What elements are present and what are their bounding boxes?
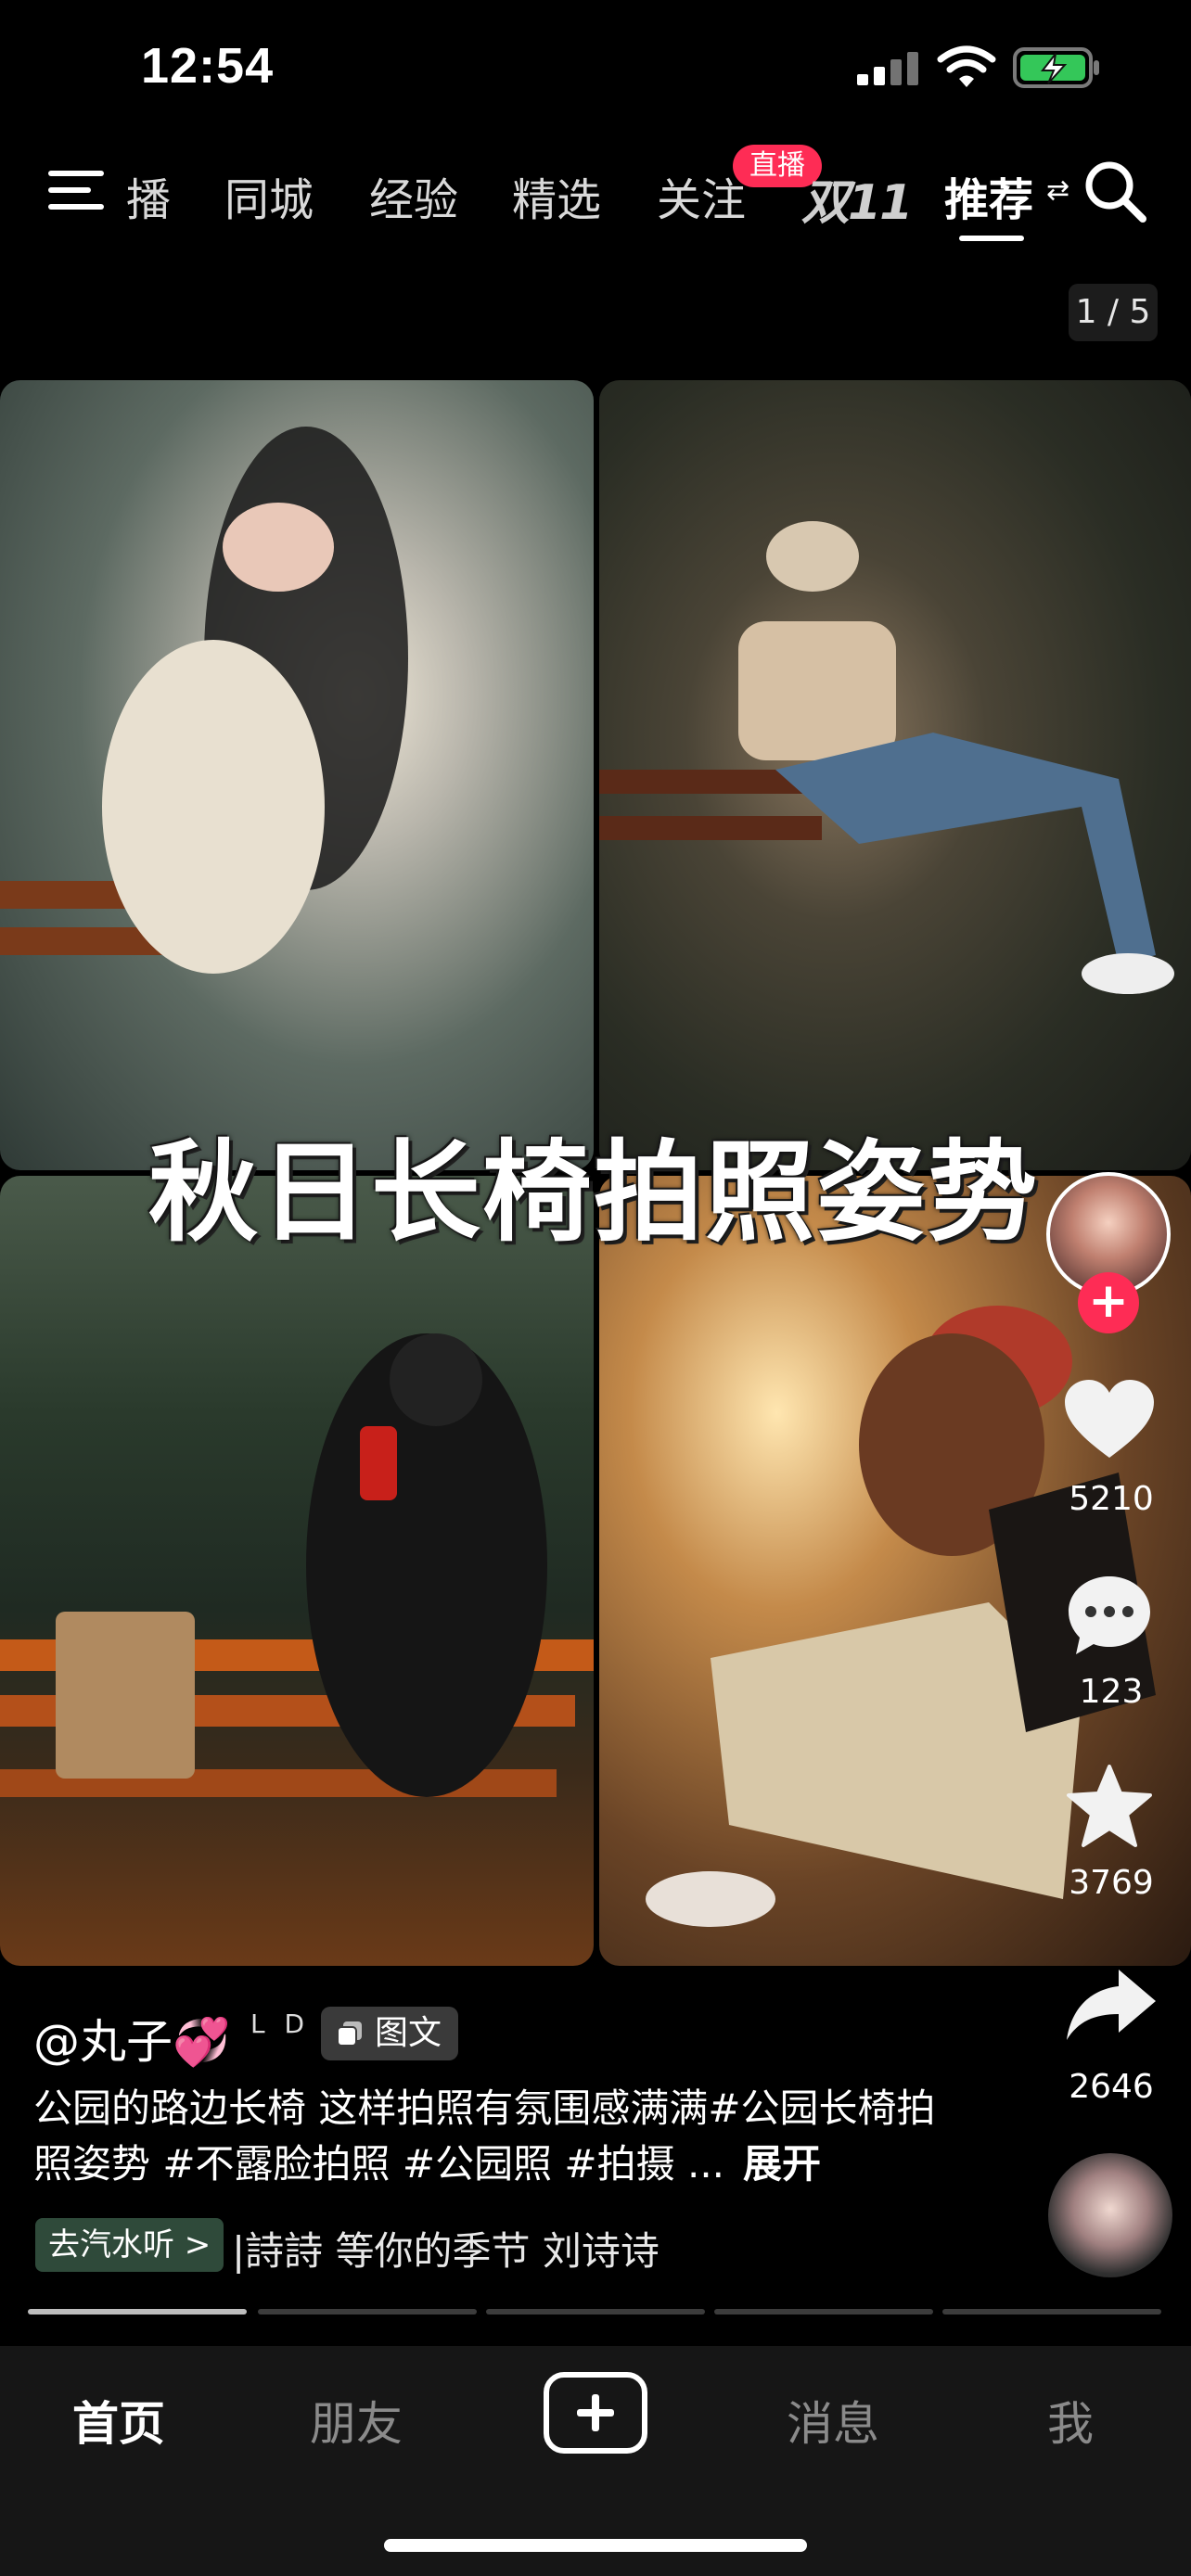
nav-me[interactable]: 我 — [978, 2387, 1163, 2454]
image-page-counter: 1 / 5 — [1069, 284, 1158, 341]
create-post-button[interactable] — [544, 2372, 647, 2454]
post-caption[interactable]: 公园的路边长椅 这样拍照有氛围感满满#公园长椅拍照姿势 #不露脸拍照 #公园照 … — [33, 2081, 942, 2192]
follow-button[interactable]: + — [1078, 1272, 1139, 1333]
image-progress-segment — [258, 2309, 477, 2315]
post-photo-2[interactable] — [599, 380, 1191, 1170]
author-name[interactable]: @丸子💞 — [33, 2005, 230, 2072]
tab-following[interactable]: 关注 — [657, 163, 746, 228]
favorite-star-icon[interactable] — [1065, 1764, 1154, 1849]
double11-promo-tab[interactable]: 双11 — [801, 163, 913, 233]
menu-icon[interactable] — [46, 167, 108, 215]
nav-friends[interactable]: 朋友 — [263, 2387, 449, 2454]
tab-nearby[interactable]: 同城 — [224, 163, 314, 228]
post-photo-1[interactable] — [0, 380, 594, 1170]
nav-messages[interactable]: 消息 — [740, 2387, 926, 2454]
home-indicator — [384, 2539, 807, 2552]
battery-charging-icon — [1013, 47, 1099, 88]
open-in-music-app-button[interactable]: 去汽水听 > — [35, 2218, 224, 2272]
active-tab-indicator — [959, 236, 1024, 241]
cellular-signal-icon — [857, 52, 918, 85]
status-time: 12:54 — [141, 38, 275, 94]
post-type-label: 图文 — [375, 2014, 442, 2052]
comment-icon[interactable] — [1065, 1573, 1154, 1658]
wifi-icon — [937, 45, 996, 87]
author-tag: L D — [250, 2009, 311, 2039]
image-post-icon — [337, 2021, 362, 2047]
tab-experience[interactable]: 经验 — [369, 163, 458, 228]
image-progress-segment — [28, 2309, 247, 2315]
nav-home[interactable]: 首页 — [26, 2387, 211, 2454]
tab-featured[interactable]: 精选 — [512, 163, 601, 228]
share-count: 2646 — [1069, 2068, 1154, 2106]
music-disc-avatar[interactable] — [1048, 2153, 1172, 2277]
like-count: 5210 — [1069, 1480, 1154, 1518]
like-heart-icon[interactable] — [1063, 1378, 1156, 1461]
favorite-count: 3769 — [1069, 1864, 1154, 1902]
image-progress-segment — [714, 2309, 933, 2315]
post-type-badge: 图文 — [321, 2007, 459, 2060]
post-overlay-title: 秋日长椅拍照姿势 — [148, 1129, 1040, 1256]
switch-feed-icon[interactable]: ⇄ — [1046, 174, 1069, 207]
comment-count: 123 — [1079, 1673, 1144, 1711]
search-icon[interactable] — [1083, 159, 1148, 224]
share-arrow-icon[interactable] — [1063, 1966, 1159, 2044]
music-title[interactable]: |詩詩 等你的季节 刘诗诗 — [232, 2220, 705, 2276]
plus-icon — [577, 2394, 614, 2431]
expand-caption-button[interactable]: 展开 — [743, 2141, 821, 2187]
post-photo-3[interactable] — [0, 1176, 594, 1966]
tab-broadcast[interactable]: 播 — [126, 163, 171, 228]
image-progress-segment — [486, 2309, 705, 2315]
tab-recommended[interactable]: 推荐 — [944, 163, 1033, 228]
image-progress-segment — [942, 2309, 1161, 2315]
